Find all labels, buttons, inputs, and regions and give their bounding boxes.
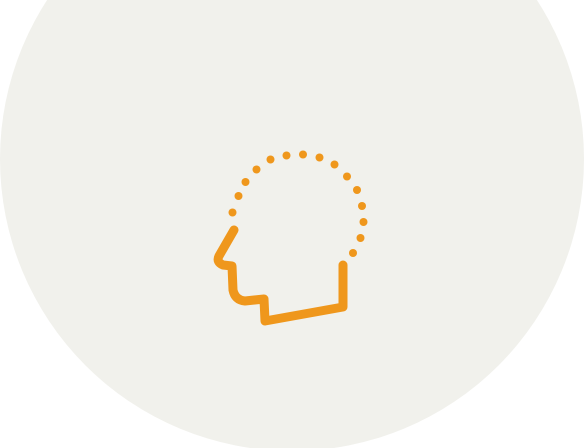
dotted-skull-outline — [228, 150, 368, 257]
illustration-canvas — [0, 0, 584, 448]
solid-face-profile — [213, 225, 348, 326]
head-profile-icon — [213, 150, 368, 326]
